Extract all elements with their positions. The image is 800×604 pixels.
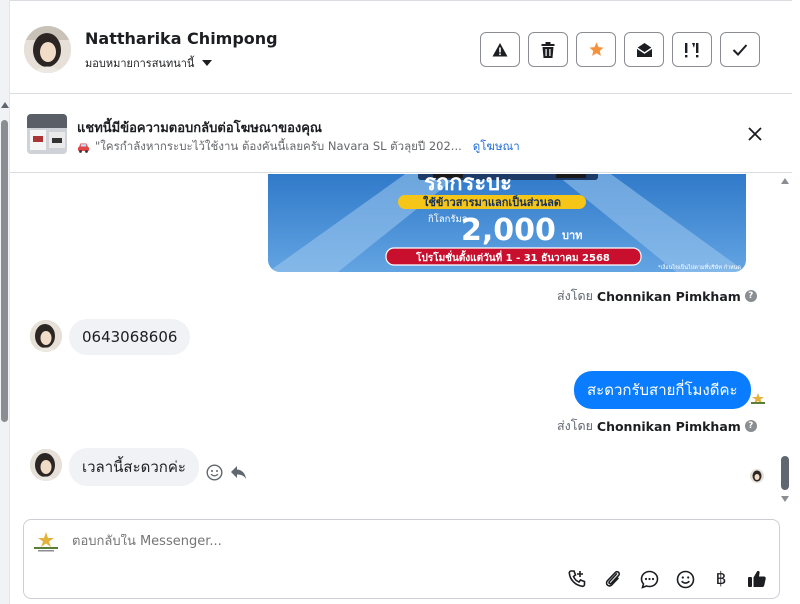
page-logo — [32, 530, 60, 554]
customer-avatar[interactable] — [30, 449, 62, 481]
chat-bubble-icon — [640, 570, 658, 589]
done-button[interactable] — [720, 32, 760, 67]
message-input[interactable] — [72, 534, 672, 549]
like-button[interactable] — [746, 568, 768, 590]
promo-image[interactable]: รถกระบะ ใช้ข้าวสารมาแลกเป็นส่วนลด กิโลกร… — [268, 174, 746, 272]
react-button[interactable] — [206, 464, 223, 481]
conversation-header: Nattharika Chimpong มอบหมายการสนทนานี้ — [10, 0, 792, 94]
sent-by-label: ส่งโดย Chonnikan Pimkham ? — [557, 286, 757, 306]
view-ad-link[interactable]: ดูโฆษณา — [473, 138, 520, 156]
customer-avatar[interactable] — [30, 320, 62, 352]
assign-conversation-dropdown[interactable]: มอบหมายการสนทนานี้ — [85, 54, 213, 72]
help-icon[interactable]: ? — [744, 420, 757, 432]
attach-button[interactable] — [602, 568, 624, 590]
ad-reply-banner: แชทนี้มีข้อความตอบกลับต่อโฆษณาของคุณ "ใค… — [10, 95, 792, 173]
thread-scrollbar[interactable] — [778, 174, 792, 514]
warning-icon — [492, 42, 508, 56]
message-bubble[interactable]: สะดวกรับสายกี่โมงดีคะ — [574, 371, 751, 409]
scroll-down-arrow[interactable] — [781, 496, 789, 502]
contact-name[interactable]: Nattharika Chimpong — [85, 29, 278, 48]
promo-fine-print: *เงื่อนไขเป็นไปตามที่บริษัท กำหนด — [658, 263, 741, 271]
page-logo-icon — [750, 390, 766, 406]
follow-up-icon — [685, 42, 699, 57]
promo-period: โปรโมชั่นตั้งแต่วันที่ 1 - 31 ธันวาคม 25… — [415, 250, 610, 264]
follow-up-button[interactable] — [672, 32, 712, 67]
saved-replies-button[interactable] — [638, 568, 660, 590]
mark-read-button[interactable] — [624, 32, 664, 67]
delete-button[interactable] — [528, 32, 568, 67]
left-scrollbar[interactable] — [0, 0, 10, 604]
promo-line2: ใช้ข้าวสารมาแลกเป็นส่วนลด — [423, 195, 561, 209]
close-icon — [748, 127, 762, 141]
scroll-up-arrow[interactable] — [1, 102, 9, 108]
composer: ฿ — [23, 519, 780, 599]
report-button[interactable] — [480, 32, 520, 67]
star-icon — [588, 42, 604, 56]
emoji-icon — [676, 570, 694, 588]
ad-caption-text: "ใครกำลังหากระบะไว้ใช้งาน ต้องคันนี้เลยค… — [95, 139, 462, 153]
seen-avatar — [750, 469, 764, 483]
scroll-thumb[interactable] — [781, 456, 789, 490]
trash-icon — [541, 41, 555, 58]
baht-icon: ฿ — [715, 569, 727, 589]
message-bubble[interactable]: 0643068606 — [69, 319, 191, 355]
reply-button[interactable] — [230, 464, 247, 480]
paperclip-icon — [605, 570, 620, 587]
open-envelope-icon — [636, 42, 652, 57]
message-thread[interactable]: รถกระบะ ใช้ข้าวสารมาแลกเป็นส่วนลด กิโลกร… — [10, 174, 780, 514]
contact-avatar[interactable] — [24, 26, 71, 73]
chevron-down-icon — [202, 60, 213, 66]
payment-button[interactable]: ฿ — [710, 568, 732, 590]
promo-line1: รถกระบะ — [424, 174, 512, 196]
emoji-button[interactable] — [674, 568, 696, 590]
smiley-icon — [206, 464, 223, 481]
reply-arrow-icon — [231, 466, 246, 479]
scroll-thumb[interactable] — [1, 120, 8, 422]
sent-by-name[interactable]: Chonnikan Pimkham — [597, 289, 741, 304]
car-icon — [78, 143, 89, 153]
call-button[interactable] — [566, 568, 588, 590]
ad-banner-subtitle: "ใครกำลังหากระบะไว้ใช้งาน ต้องคันนี้เลยค… — [77, 138, 520, 156]
help-icon[interactable]: ? — [744, 290, 757, 302]
phone-plus-icon — [568, 570, 586, 588]
ad-thumbnail[interactable] — [27, 114, 67, 154]
sent-by-prefix: ส่งโดย — [557, 418, 593, 433]
message-bubble[interactable]: เวลานี้สะดวกค่ะ — [69, 448, 199, 486]
ad-banner-title: แชทนี้มีข้อความตอบกลับต่อโฆษณาของคุณ — [77, 121, 322, 136]
promo-amount: 2,000 — [461, 213, 556, 248]
sent-by-name[interactable]: Chonnikan Pimkham — [597, 419, 741, 434]
close-banner-button[interactable] — [747, 126, 763, 142]
checkmark-icon — [732, 43, 748, 56]
sent-by-prefix: ส่งโดย — [557, 288, 593, 303]
scroll-up-arrow[interactable] — [781, 178, 789, 184]
assign-label: มอบหมายการสนทนานี้ — [85, 57, 195, 70]
star-button[interactable] — [576, 32, 616, 67]
thumbs-up-icon — [748, 570, 766, 587]
sent-by-label: ส่งโดย Chonnikan Pimkham ? — [557, 416, 757, 436]
promo-unit: บาท — [562, 229, 582, 242]
